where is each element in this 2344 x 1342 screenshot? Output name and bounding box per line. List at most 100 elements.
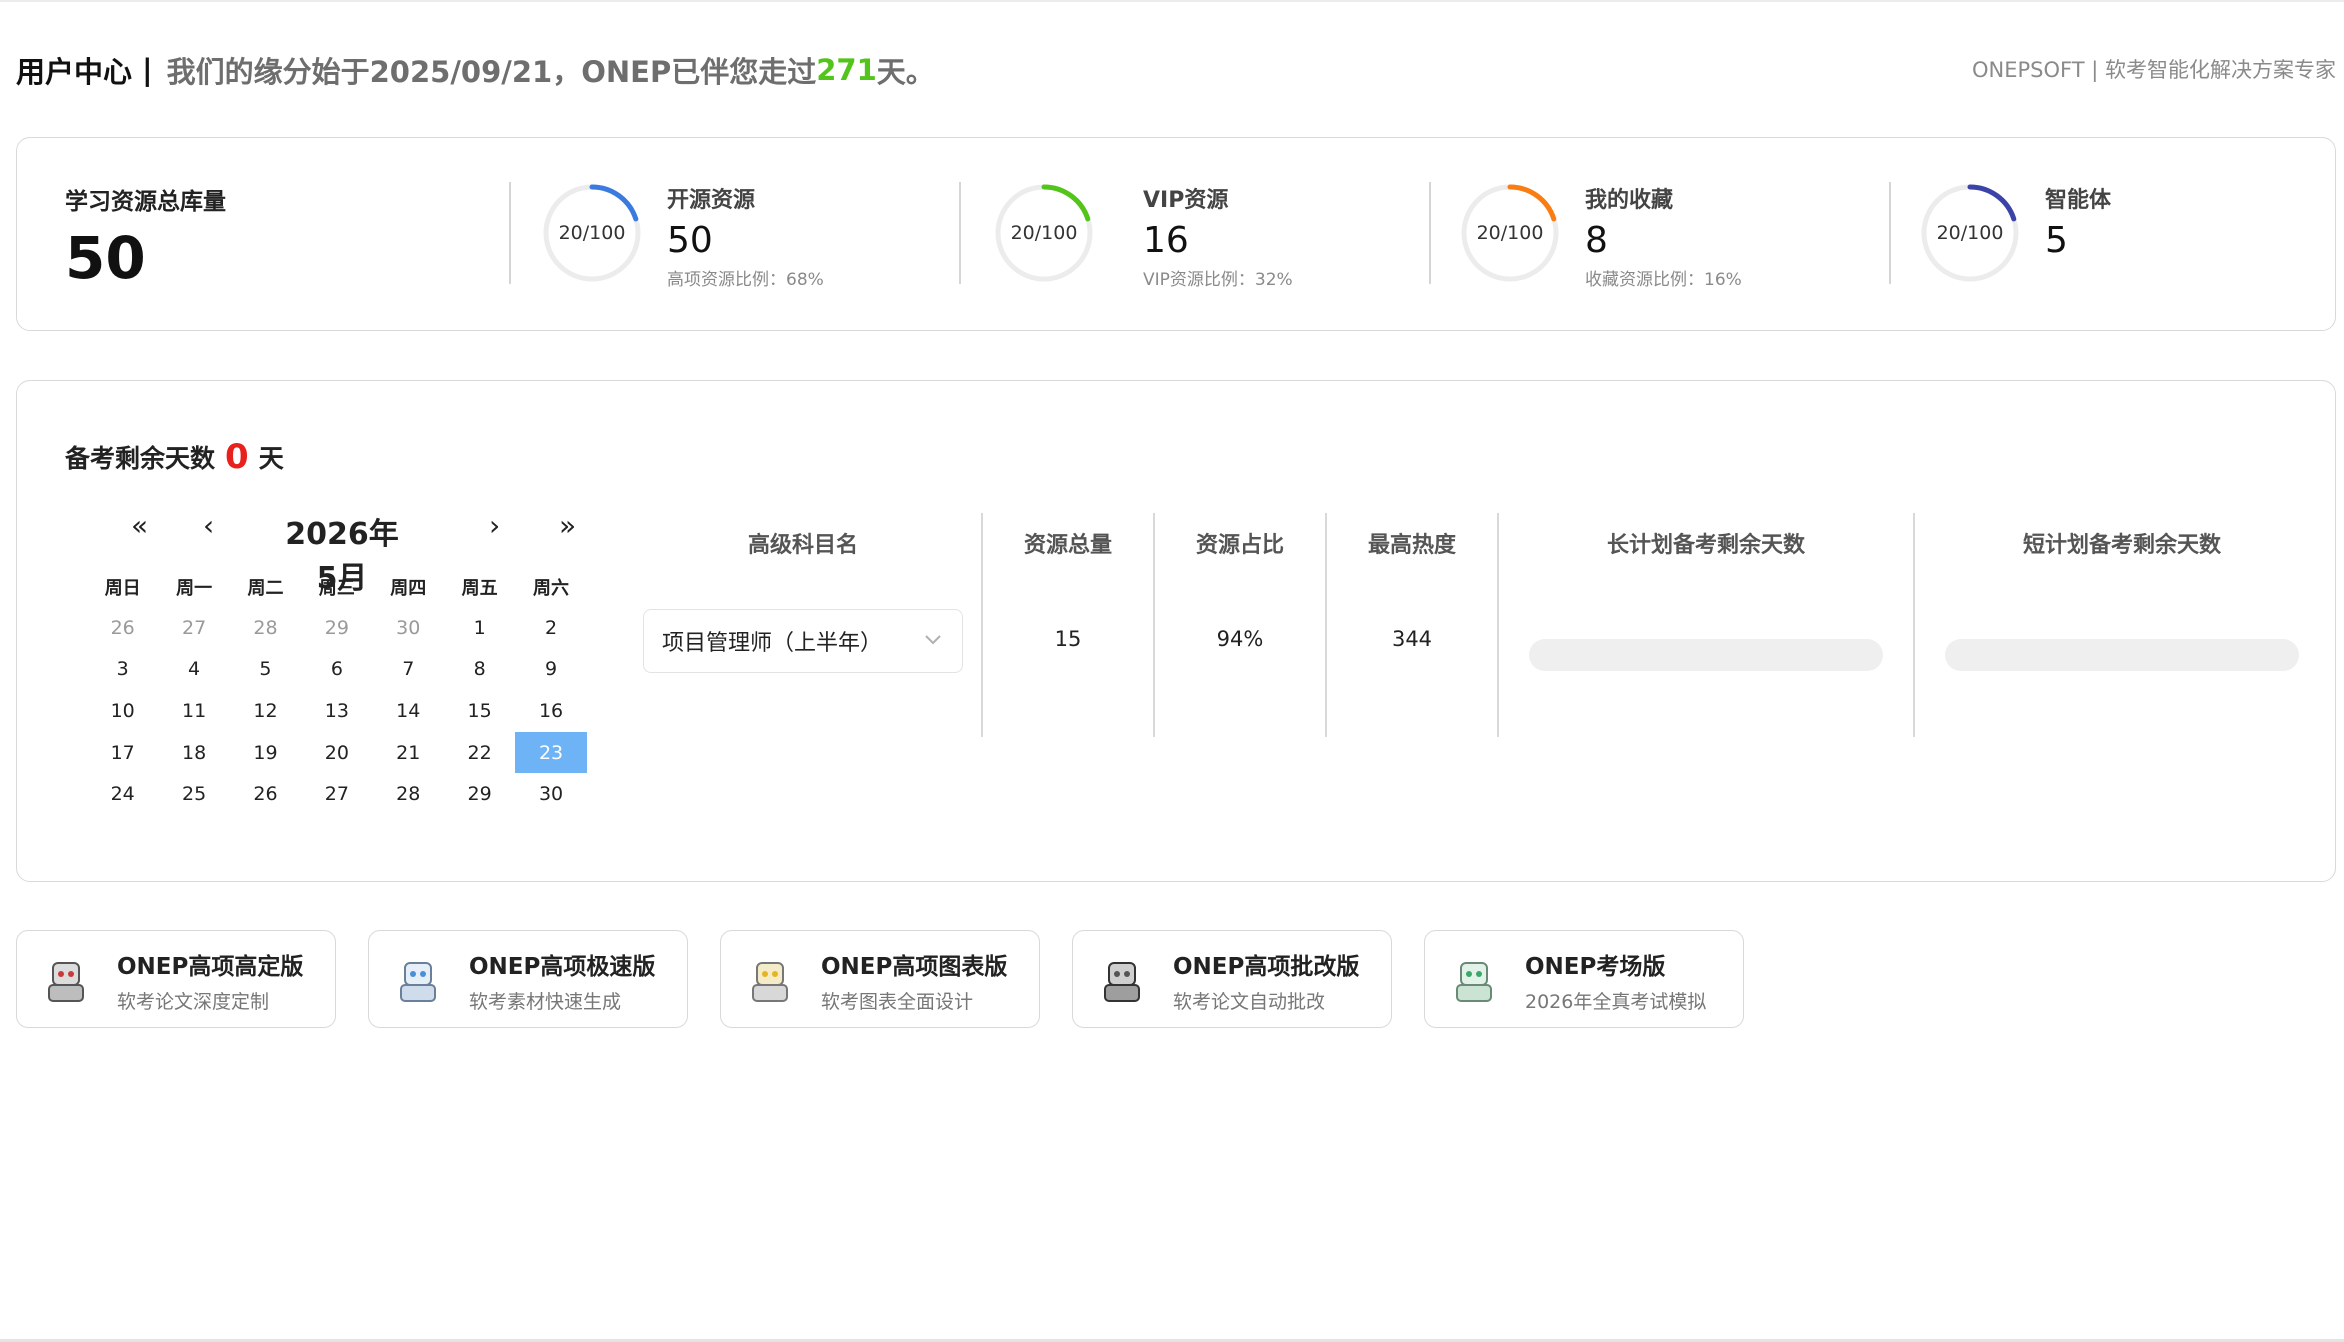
calendar-day[interactable]: 14 — [373, 690, 444, 732]
calendar-day[interactable]: 30 — [373, 607, 444, 649]
calendar-day[interactable]: 10 — [87, 690, 158, 732]
calendar-day[interactable]: 2 — [515, 607, 586, 649]
heat-column: 最高热度 344 — [1327, 513, 1497, 737]
calendar-day[interactable]: 19 — [230, 732, 301, 774]
calendar-day[interactable]: 12 — [230, 690, 301, 732]
stat-ratio: 高项资源比例：68% — [667, 270, 824, 290]
greeting-text: 我们的缘分始于2025/09/21，ONEP已伴您走过 — [166, 55, 817, 89]
calendar-weekday: 周五 — [461, 578, 498, 599]
prev-month-button[interactable]: ‹ — [203, 509, 214, 542]
calendar-nav: « ‹ 2026年5月 › » — [87, 509, 607, 596]
product-title: ONEP高项批改版 — [1173, 954, 1360, 980]
product-card-custom[interactable]: ONEP高项高定版 软考论文深度定制 — [16, 930, 336, 1028]
stat-value: 16 — [1143, 220, 1189, 261]
calendar-day[interactable]: 16 — [515, 690, 586, 732]
stat-divider — [959, 182, 961, 284]
product-subtitle: 2026年全真考试模拟 — [1525, 991, 1707, 1013]
subject-select[interactable]: 项目管理师（上半年） — [643, 609, 963, 673]
product-card-review[interactable]: ONEP高项批改版 软考论文自动批改 — [1072, 930, 1392, 1028]
short-plan-column: 短计划备考剩余天数 — [1915, 513, 2329, 737]
stat-value: 50 — [667, 220, 713, 261]
stat-name: 开源资源 — [667, 188, 756, 213]
calendar-day[interactable]: 11 — [158, 690, 229, 732]
column-header-subject: 高级科目名 — [747, 533, 858, 558]
calendar-day[interactable]: 13 — [301, 690, 372, 732]
calendar-day[interactable]: 6 — [301, 649, 372, 691]
short-plan-progress-bar — [1945, 639, 2299, 671]
progress-ring-label: 20/100 — [1476, 222, 1544, 244]
robot-mascot-icon — [400, 962, 436, 1002]
calendar-day[interactable]: 7 — [373, 649, 444, 691]
calendar-day[interactable]: 1 — [444, 607, 515, 649]
page-header: 用户中心 | 我们的缘分始于2025/09/21，ONEP已伴您走过 271 天… — [16, 48, 935, 92]
calendar-day[interactable]: 8 — [444, 649, 515, 691]
progress-ring-label: 20/100 — [1010, 222, 1078, 244]
calendar-weekday: 周日 — [104, 578, 141, 599]
stat-divider — [1889, 182, 1891, 284]
exam-countdown-unit: 天 — [258, 444, 284, 473]
product-card-exam[interactable]: ONEP考场版 2026年全真考试模拟 — [1424, 930, 1744, 1028]
stat-value: 5 — [2045, 220, 2068, 261]
cell-share: 94% — [1216, 627, 1264, 651]
calendar-weekday: 周六 — [533, 578, 570, 599]
calendar: « ‹ 2026年5月 › » 周日 周一 周二 周三 周四 周五 周六 26 27 28 29 30… — [87, 509, 607, 815]
chevron-down-icon — [925, 635, 941, 645]
calendar-day[interactable]: 21 — [373, 732, 444, 774]
total-resources-value: 50 — [65, 224, 146, 292]
exam-countdown-label: 备考剩余天数 — [65, 444, 216, 473]
calendar-day[interactable]: 27 — [158, 607, 229, 649]
calendar-day[interactable]: 26 — [87, 607, 158, 649]
product-subtitle: 软考论文自动批改 — [1173, 991, 1326, 1013]
calendar-day[interactable]: 26 — [230, 773, 301, 815]
calendar-day[interactable]: 30 — [515, 773, 586, 815]
calendar-day[interactable]: 23 — [515, 731, 587, 774]
column-header-short-plan: 短计划备考剩余天数 — [2022, 533, 2221, 558]
stat-divider — [509, 182, 511, 284]
calendar-day[interactable]: 29 — [301, 607, 372, 649]
greeting-suffix: 天。 — [876, 55, 935, 89]
next-year-button[interactable]: » — [559, 509, 576, 542]
stat-ratio: VIP资源比例：32% — [1143, 270, 1293, 290]
calendar-day[interactable]: 28 — [373, 773, 444, 815]
product-subtitle: 软考素材快速生成 — [469, 991, 622, 1013]
calendar-day[interactable]: 3 — [87, 649, 158, 691]
product-card-chart[interactable]: ONEP高项图表版 软考图表全面设计 — [720, 930, 1040, 1028]
product-title: ONEP高项图表版 — [821, 954, 1008, 980]
progress-ring-label: 20/100 — [1936, 222, 2004, 244]
calendar-day[interactable]: 9 — [515, 649, 586, 691]
product-subtitle: 软考图表全面设计 — [821, 991, 974, 1013]
long-plan-progress-bar — [1529, 639, 1883, 671]
next-month-button[interactable]: › — [489, 509, 500, 542]
calendar-grid: 周日 周一 周二 周三 周四 周五 周六 26 27 28 29 30 1 2 3 4 5 6 7 8 9 10 11 12 1… — [87, 567, 607, 815]
calendar-day[interactable]: 28 — [230, 607, 301, 649]
calendar-day[interactable]: 24 — [87, 773, 158, 815]
cell-heat: 344 — [1391, 627, 1433, 651]
calendar-weekday: 周一 — [176, 578, 213, 599]
robot-mascot-icon — [1456, 962, 1492, 1002]
calendar-day[interactable]: 29 — [444, 773, 515, 815]
exam-countdown-card: 备考剩余天数 0 天 « ‹ 2026年5月 › » 周日 周一 周二 周三 周四 周五周… — [16, 380, 2336, 882]
column-header-heat: 最高热度 — [1367, 533, 1456, 558]
brand-slogan: ONEPSOFT | 软考智能化解决方案专家 — [1972, 58, 2336, 82]
total-column: 资源总量 15 — [983, 513, 1153, 737]
product-card-fast[interactable]: ONEP高项极速版 软考素材快速生成 — [368, 930, 688, 1028]
calendar-day[interactable]: 18 — [158, 732, 229, 774]
calendar-day[interactable]: 20 — [301, 732, 372, 774]
calendar-day[interactable]: 5 — [230, 649, 301, 691]
subject-select-value: 项目管理师（上半年） — [662, 631, 883, 656]
top-rule — [0, 0, 2344, 2]
companion-days: 271 — [816, 53, 877, 87]
exam-days-remaining: 0 — [225, 437, 249, 477]
prev-year-button[interactable]: « — [131, 509, 148, 542]
calendar-day[interactable]: 22 — [444, 732, 515, 774]
calendar-day[interactable]: 15 — [444, 690, 515, 732]
robot-mascot-icon — [1104, 962, 1140, 1002]
title-separator: | — [142, 53, 153, 87]
calendar-day[interactable]: 25 — [158, 773, 229, 815]
progress-ring-label: 20/100 — [558, 222, 626, 244]
calendar-day[interactable]: 17 — [87, 732, 158, 774]
share-column: 资源占比 94% — [1155, 513, 1325, 737]
calendar-day[interactable]: 4 — [158, 649, 229, 691]
page-title: 用户中心 — [16, 55, 133, 89]
calendar-day[interactable]: 27 — [301, 773, 372, 815]
